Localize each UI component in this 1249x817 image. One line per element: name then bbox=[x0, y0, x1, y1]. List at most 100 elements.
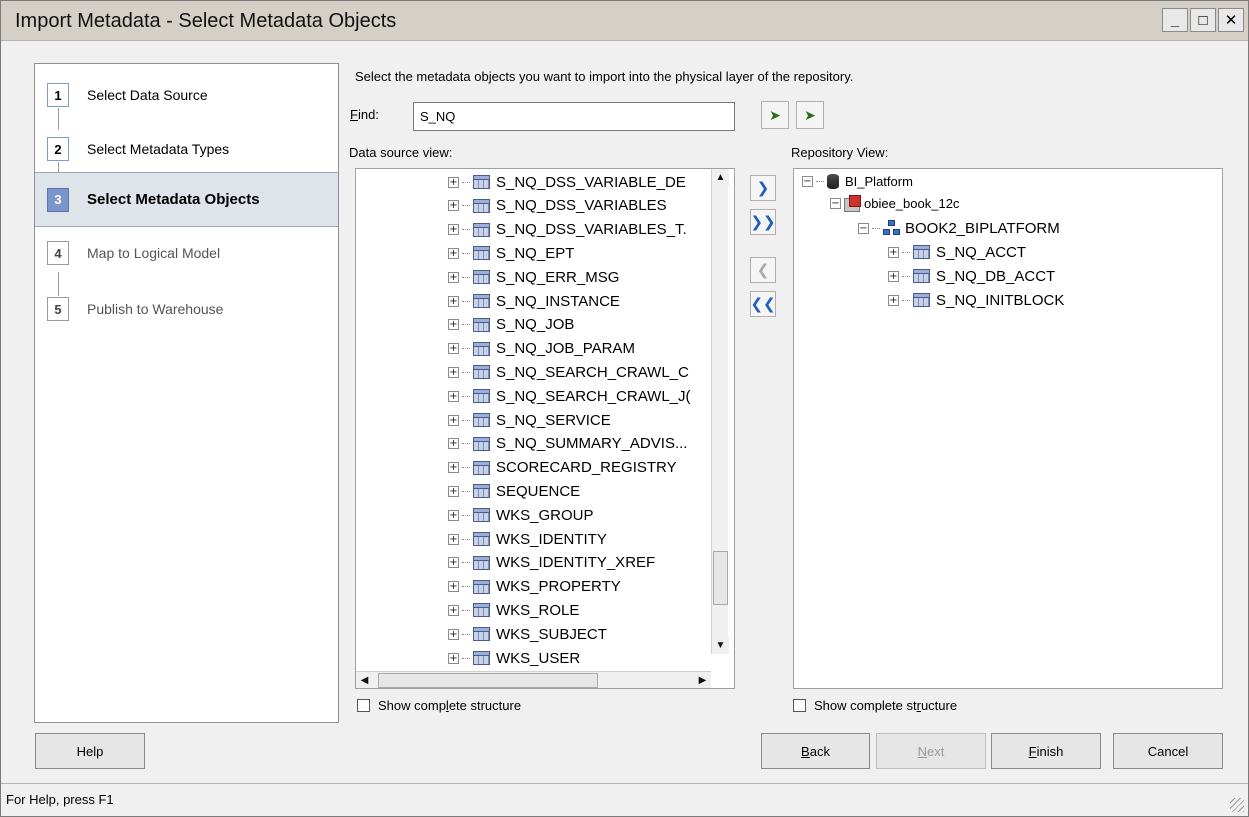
add-selected-button[interactable]: ❯ bbox=[750, 175, 776, 201]
data-source-table-node[interactable]: + S_NQ_SERVICE bbox=[448, 408, 611, 432]
expand-icon[interactable]: + bbox=[448, 390, 459, 402]
remove-all-button[interactable]: ❮❮ bbox=[750, 291, 776, 317]
find-next-button[interactable]: ➤ bbox=[761, 101, 789, 129]
wizard-step-1[interactable]: 1 Select Data Source bbox=[35, 68, 338, 122]
show-complete-structure-left[interactable]: Show comp l ete structure bbox=[357, 698, 521, 713]
data-source-table-node[interactable]: + S_NQ_JOB_PARAM bbox=[448, 337, 635, 361]
next-button[interactable]: Next bbox=[876, 733, 986, 769]
data-source-tree[interactable]: + S_NQ_DSS_VARIABLE_DE + S_NQ_DSS_VARIABLES… bbox=[355, 168, 735, 689]
data-source-table-node[interactable]: + S_NQ_DSS_VARIABLES_T. bbox=[448, 218, 687, 242]
data-source-table-node[interactable]: + S_NQ_DSS_VARIABLES bbox=[448, 194, 667, 218]
data-source-table-node[interactable]: + WKS_USER bbox=[448, 646, 580, 670]
tree-node-label: S_NQ_ACCT bbox=[936, 243, 1027, 261]
expand-icon[interactable]: + bbox=[448, 485, 459, 497]
wizard-step-5[interactable]: 5 Publish to Warehouse bbox=[35, 282, 338, 336]
scroll-left-button[interactable]: ◀ bbox=[356, 672, 373, 688]
expand-icon[interactable]: + bbox=[448, 176, 459, 188]
find-input[interactable] bbox=[413, 102, 735, 131]
finish-button[interactable]: Finish bbox=[991, 733, 1101, 769]
expand-icon[interactable]: + bbox=[448, 533, 459, 545]
scroll-thumb[interactable] bbox=[378, 673, 598, 688]
horizontal-scrollbar[interactable]: ◀ ▶ bbox=[356, 671, 711, 688]
scroll-right-button[interactable]: ▶ bbox=[694, 672, 711, 688]
show-complete-structure-right[interactable]: Show complete st r ucture bbox=[793, 698, 957, 713]
find-label: Find: bbox=[350, 107, 379, 122]
data-source-table-node[interactable]: + WKS_ROLE bbox=[448, 598, 579, 622]
tree-node-label: WKS_ROLE bbox=[496, 601, 580, 619]
find-all-button[interactable]: ➤ bbox=[796, 101, 824, 129]
vertical-scrollbar[interactable]: ▲ ▼ bbox=[711, 169, 729, 654]
cancel-button[interactable]: Cancel bbox=[1113, 733, 1223, 769]
scroll-up-button[interactable]: ▲ bbox=[712, 169, 729, 186]
data-source-table-node[interactable]: + S_NQ_EPT bbox=[448, 241, 574, 265]
help-button[interactable]: Help bbox=[35, 733, 145, 769]
collapse-icon[interactable]: − bbox=[830, 197, 841, 209]
data-source-table-node[interactable]: + SCORECARD_REGISTRY bbox=[448, 456, 677, 480]
expand-icon[interactable]: + bbox=[888, 246, 899, 258]
data-source-table-node[interactable]: + WKS_SUBJECT bbox=[448, 622, 607, 646]
wizard-step-4[interactable]: 4 Map to Logical Model bbox=[35, 226, 338, 280]
close-button[interactable]: ✕ bbox=[1218, 8, 1244, 32]
expand-icon[interactable]: + bbox=[448, 652, 459, 664]
expand-icon[interactable]: + bbox=[888, 270, 899, 282]
expand-icon[interactable]: + bbox=[448, 200, 459, 212]
expand-icon[interactable]: + bbox=[448, 247, 459, 259]
tree-connector bbox=[902, 251, 910, 253]
expand-icon[interactable]: + bbox=[448, 366, 459, 378]
data-source-table-node[interactable]: + SEQUENCE bbox=[448, 479, 580, 503]
wizard-steps-panel: 1 Select Data Source 2 Select Metadata T… bbox=[34, 63, 339, 723]
wizard-step-3[interactable]: 3 Select Metadata Objects bbox=[35, 172, 338, 227]
remove-selected-button[interactable]: ❮ bbox=[750, 257, 776, 283]
expand-icon[interactable]: + bbox=[888, 294, 899, 306]
data-source-table-node[interactable]: + S_NQ_DSS_VARIABLE_DE bbox=[448, 170, 686, 194]
minimize-button[interactable]: _ bbox=[1162, 8, 1188, 32]
data-source-table-node[interactable]: + WKS_IDENTITY bbox=[448, 527, 607, 551]
data-source-table-node[interactable]: + S_NQ_JOB bbox=[448, 313, 574, 337]
data-source-table-node[interactable]: + S_NQ_SUMMARY_ADVIS... bbox=[448, 432, 687, 456]
expand-icon[interactable]: + bbox=[448, 438, 459, 450]
repo-root-node[interactable]: − BI_Platform bbox=[802, 169, 913, 193]
maximize-button[interactable]: □ bbox=[1190, 8, 1216, 32]
back-button[interactable]: Back bbox=[761, 733, 870, 769]
expand-icon[interactable]: + bbox=[448, 509, 459, 521]
expand-icon[interactable]: + bbox=[448, 581, 459, 593]
table-icon bbox=[473, 175, 490, 189]
add-all-button[interactable]: ❯❯ bbox=[750, 209, 776, 235]
data-source-table-node[interactable]: + WKS_GROUP bbox=[448, 503, 594, 527]
wizard-step-2[interactable]: 2 Select Metadata Types bbox=[35, 122, 338, 176]
repo-table-node[interactable]: + S_NQ_INITBLOCK bbox=[888, 288, 1064, 312]
data-source-table-node[interactable]: + WKS_IDENTITY_XREF bbox=[448, 551, 655, 575]
repo-table-node[interactable]: + S_NQ_ACCT bbox=[888, 240, 1026, 264]
scroll-down-button[interactable]: ▼ bbox=[712, 637, 729, 654]
expand-icon[interactable]: + bbox=[448, 295, 459, 307]
checkbox[interactable] bbox=[357, 699, 370, 712]
collapse-icon[interactable]: − bbox=[802, 175, 813, 187]
expand-icon[interactable]: + bbox=[448, 319, 459, 331]
scroll-thumb[interactable] bbox=[713, 551, 728, 605]
collapse-icon[interactable]: − bbox=[858, 222, 869, 234]
data-source-table-node[interactable]: + WKS_PROPERTY bbox=[448, 575, 621, 599]
expand-icon[interactable]: + bbox=[448, 414, 459, 426]
repo-database-node[interactable]: − obiee_book_12c bbox=[830, 191, 959, 215]
data-source-table-node[interactable]: + S_NQ_INSTANCE bbox=[448, 289, 620, 313]
repository-tree[interactable]: − BI_Platform − obiee_book_12c − BOOK2_B… bbox=[793, 168, 1223, 689]
expand-icon[interactable]: + bbox=[448, 628, 459, 640]
expand-icon[interactable]: + bbox=[448, 343, 459, 355]
resize-grip-icon[interactable] bbox=[1230, 798, 1244, 812]
expand-icon[interactable]: + bbox=[448, 224, 459, 236]
tree-node-label: obiee_book_12c bbox=[864, 195, 960, 211]
table-icon bbox=[473, 436, 490, 451]
data-source-table-node[interactable]: + S_NQ_SEARCH_CRAWL_J( bbox=[448, 384, 691, 408]
tree-connector bbox=[462, 419, 470, 421]
expand-icon[interactable]: + bbox=[448, 604, 459, 616]
repo-schema-node[interactable]: − BOOK2_BIPLATFORM bbox=[858, 216, 1060, 240]
expand-icon[interactable]: + bbox=[448, 271, 459, 283]
expand-icon[interactable]: + bbox=[448, 462, 459, 474]
expand-icon[interactable]: + bbox=[448, 557, 459, 569]
data-source-table-node[interactable]: + S_NQ_SEARCH_CRAWL_C bbox=[448, 360, 689, 384]
data-source-table-node[interactable]: + S_NQ_ERR_MSG bbox=[448, 265, 619, 289]
repo-table-node[interactable]: + S_NQ_DB_ACCT bbox=[888, 264, 1055, 288]
table-icon bbox=[473, 651, 490, 665]
checkbox[interactable] bbox=[793, 699, 806, 712]
title-bar[interactable]: Import Metadata - Select Metadata Object… bbox=[1, 1, 1248, 41]
